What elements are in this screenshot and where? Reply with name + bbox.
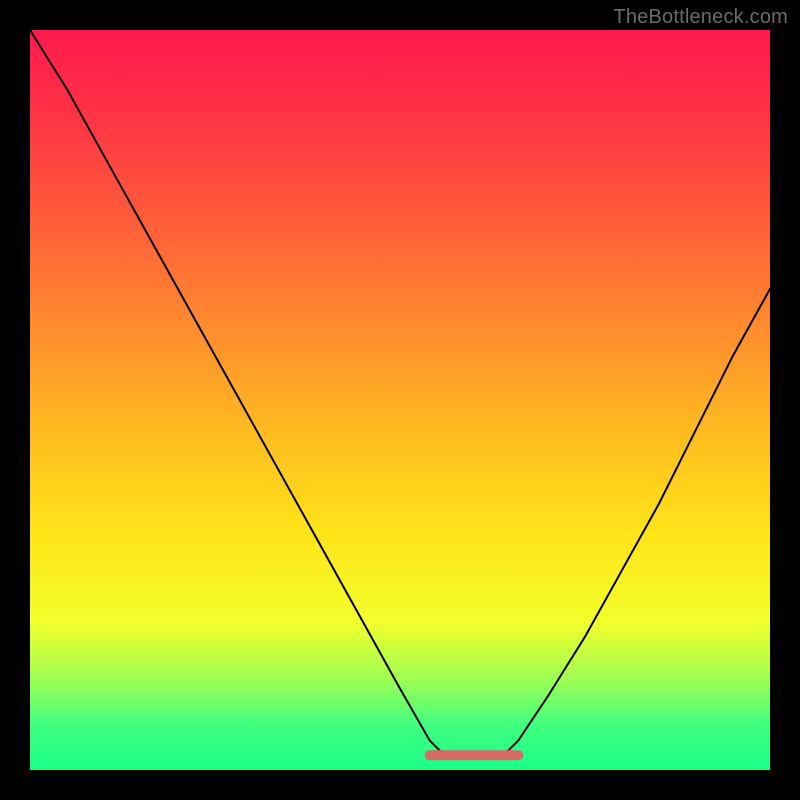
plot-area xyxy=(30,30,770,770)
gradient-background xyxy=(30,30,770,770)
plot-svg xyxy=(30,30,770,770)
watermark-text: TheBottleneck.com xyxy=(613,6,788,29)
chart-frame: TheBottleneck.com xyxy=(0,0,800,800)
